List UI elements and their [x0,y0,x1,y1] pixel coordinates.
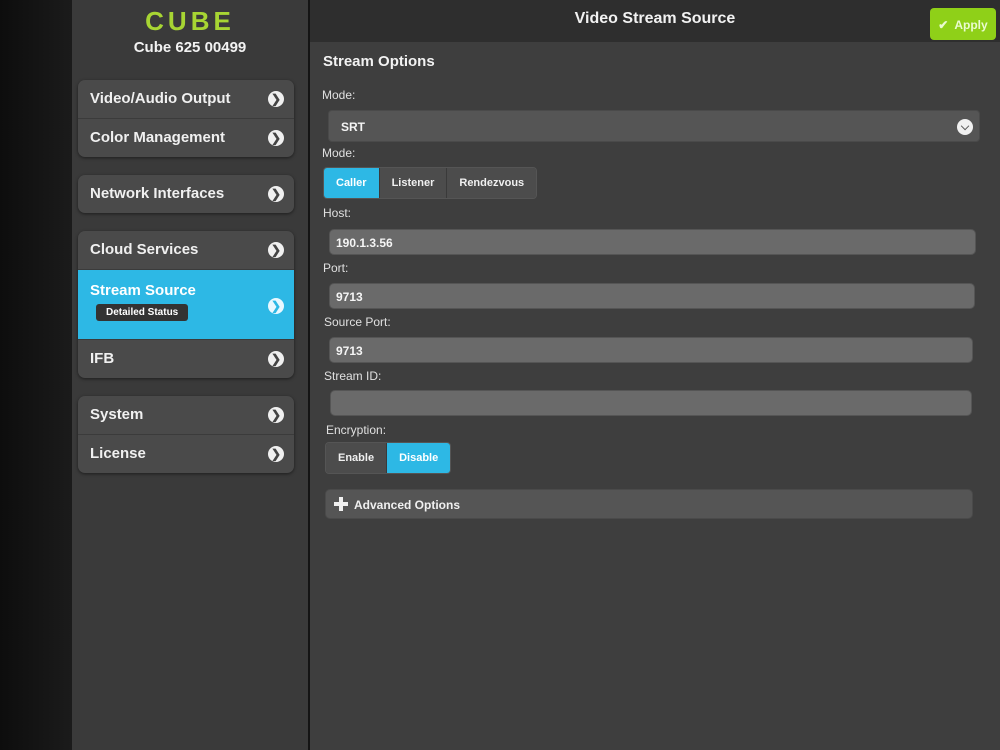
apply-label: Apply [954,18,988,32]
detailed-status-button[interactable]: Detailed Status [96,304,189,321]
port-label: Port: [323,261,349,275]
sidebar: CUBE Cube 625 00499 Video/Audio Output ❯… [72,0,308,750]
sidebar-item-label: Network Interfaces [90,185,225,202]
mode-label: Mode: [322,88,356,102]
chevron-right-icon: ❯ [268,407,284,423]
stream-id-field[interactable] [330,390,972,416]
source-port-field[interactable]: 9713 [329,337,973,363]
host-label: Host: [323,206,352,220]
nav-group-network: Network Interfaces ❯ [78,175,294,213]
mode-option-listener[interactable]: Listener [379,168,448,198]
cube-logo: CUBE [145,6,235,36]
advanced-options-toggle[interactable]: Advanced Options [325,489,973,519]
encryption-option-disable[interactable]: Disable [387,443,451,473]
chevron-right-icon: ❯ [268,298,284,314]
section-title: Stream Options [323,53,435,70]
chevron-right-icon: ❯ [268,242,284,258]
chevron-right-icon: ❯ [268,446,284,462]
sidebar-item-label: Video/Audio Output [90,90,231,107]
advanced-options-label: Advanced Options [354,498,461,512]
sidebar-item-label: System [90,406,144,423]
mode-option-caller[interactable]: Caller [324,168,380,198]
device-name: Cube 625 00499 [133,39,247,56]
stream-id-label: Stream ID: [324,369,382,383]
sidebar-item-label: Stream Source [90,282,196,299]
nav-group-system: System ❯ License ❯ [78,396,294,473]
sidebar-item-color-management[interactable]: Color Management ❯ [78,119,294,157]
mode-option-rendezvous[interactable]: Rendezvous [447,168,537,198]
encryption-segmented-control: Enable Disable [325,442,452,474]
page-title: Video Stream Source [574,10,736,27]
header-bar: Video Stream Source ✔ Apply [310,0,1000,42]
sidebar-item-network-interfaces[interactable]: Network Interfaces ❯ [78,175,294,213]
mode-select[interactable]: SRT ⌵ [328,110,980,142]
screen-bezel [0,0,72,750]
sidebar-item-label: Color Management [90,129,226,146]
chevron-down-icon: ⌵ [957,119,973,135]
apply-button[interactable]: ✔ Apply [930,8,996,40]
plus-icon [334,497,348,511]
sidebar-item-video-audio-output[interactable]: Video/Audio Output ❯ [78,80,294,119]
nav-group-output: Video/Audio Output ❯ Color Management ❯ [78,80,294,157]
chevron-right-icon: ❯ [268,91,284,107]
sidebar-item-license[interactable]: License ❯ [78,435,294,473]
mode-segmented-control: Caller Listener Rendezvous [323,167,538,199]
source-port-label: Source Port: [324,315,391,329]
encryption-option-enable[interactable]: Enable [326,443,388,473]
sidebar-item-label: Cloud Services [90,241,199,258]
port-field[interactable]: 9713 [329,283,975,309]
check-icon: ✔ [938,18,949,32]
mode-select-value: SRT [341,120,365,134]
brand: CUBE Cube 625 00499 [72,6,308,56]
host-field[interactable]: 190.1.3.56 [329,229,976,255]
nav-group-services: Cloud Services ❯ Stream Source Detailed … [78,231,294,378]
sidebar-item-label: IFB [90,350,115,367]
sidebar-item-system[interactable]: System ❯ [78,396,294,435]
sidebar-item-cloud-services[interactable]: Cloud Services ❯ [78,231,294,270]
chevron-right-icon: ❯ [268,351,284,367]
sidebar-item-stream-source[interactable]: Stream Source Detailed Status ❯ [78,270,294,340]
chevron-right-icon: ❯ [268,186,284,202]
main-panel: Video Stream Source ✔ Apply Stream Option… [310,0,1000,750]
encryption-label: Encryption: [326,423,387,437]
mode2-label: Mode: [322,146,356,160]
sidebar-item-label: License [90,445,146,462]
chevron-right-icon: ❯ [268,130,284,146]
sidebar-item-ifb[interactable]: IFB ❯ [78,340,294,378]
